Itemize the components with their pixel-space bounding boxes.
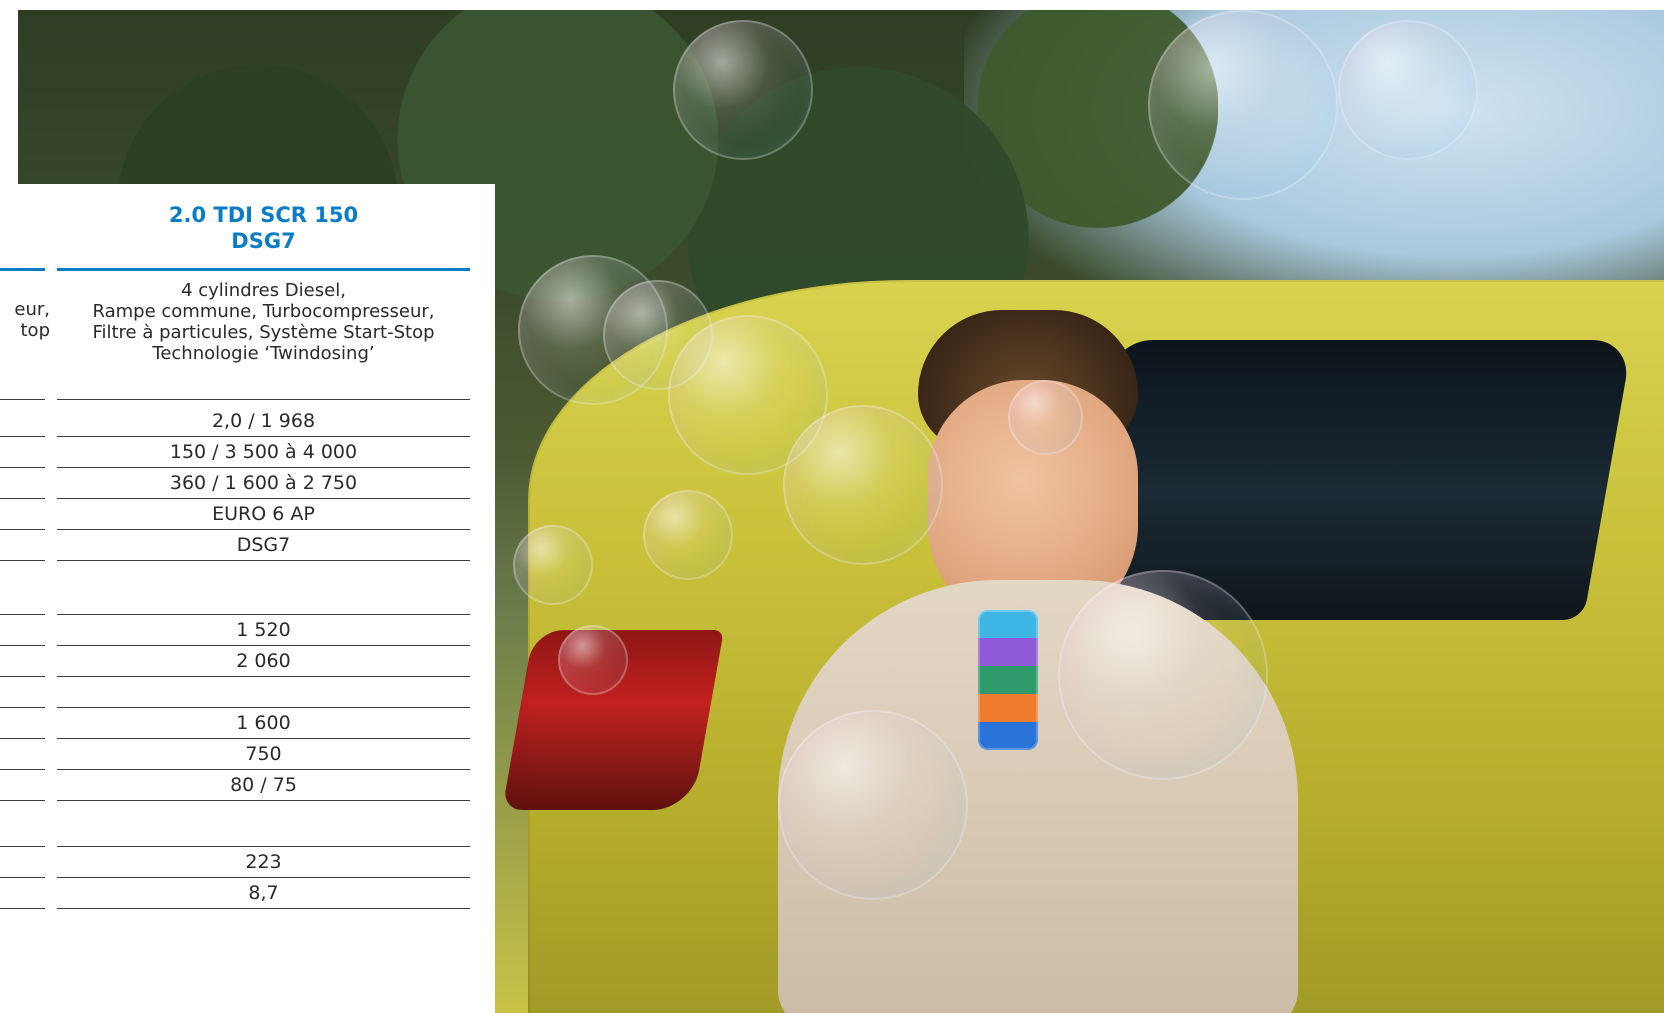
spec-value: 1 600 — [236, 712, 291, 734]
spec-row: DSG7 — [57, 530, 470, 561]
left-engine-desc-fragment: eur, top — [14, 299, 50, 341]
spec-value: 223 — [245, 851, 282, 873]
engine-description: 4 cylindres Diesel, Rampe commune, Turbo… — [92, 280, 435, 364]
left-spec-column: eur, top — [0, 184, 50, 1013]
spec-value: EURO 6 AP — [212, 503, 315, 525]
spec-row: 1 600 — [57, 708, 470, 739]
header-rule — [57, 268, 470, 271]
spec-value: 750 — [245, 743, 282, 765]
spec-row — [57, 584, 470, 615]
bubble-bottle — [978, 610, 1038, 750]
column-header: 2.0 TDI SCR 150 DSG7 — [168, 203, 359, 253]
bubble — [783, 405, 943, 565]
left-row-line — [0, 499, 45, 530]
spec-row: 223 — [57, 847, 470, 878]
left-row-line — [0, 406, 45, 437]
left-row-line — [0, 646, 45, 677]
spec-table-panel: eur, top 2.0 TDI SCR 150 DSG7 4 cylindre… — [0, 184, 495, 1013]
spec-row: 8,7 — [57, 878, 470, 909]
spec-row: 750 — [57, 739, 470, 770]
bubble — [1058, 570, 1268, 780]
bubble — [673, 20, 813, 160]
spec-value: 80 / 75 — [230, 774, 297, 796]
left-row-line — [0, 530, 45, 561]
spec-value: 2 060 — [236, 650, 291, 672]
left-row-line — [0, 770, 45, 801]
left-row-line — [0, 816, 45, 847]
spec-value: DSG7 — [236, 534, 291, 556]
spec-value: 150 / 3 500 à 4 000 — [169, 441, 358, 463]
bubble — [643, 490, 733, 580]
left-row-line — [0, 739, 45, 770]
spec-row: 1 520 — [57, 615, 470, 646]
spec-row: 80 / 75 — [57, 770, 470, 801]
spec-value: 8,7 — [248, 882, 279, 904]
bubble — [1338, 20, 1478, 160]
left-row-line — [0, 615, 45, 646]
spec-value: 360 / 1 600 à 2 750 — [169, 472, 358, 494]
left-row-line — [0, 584, 45, 615]
spec-row — [57, 369, 470, 400]
bubble — [558, 625, 628, 695]
left-row-line — [0, 708, 45, 739]
spec-column: 2.0 TDI SCR 150 DSG7 4 cylindres Diesel,… — [57, 184, 470, 1013]
spec-row — [57, 677, 470, 708]
spec-row: EURO 6 AP — [57, 499, 470, 530]
left-row-line — [0, 847, 45, 878]
spec-value: 2,0 / 1 968 — [211, 410, 316, 432]
bubble — [1008, 380, 1083, 455]
spec-row: 150 / 3 500 à 4 000 — [57, 437, 470, 468]
bubble — [1148, 10, 1338, 200]
bubble — [778, 710, 968, 900]
left-row-line — [0, 468, 45, 499]
left-row-line — [0, 677, 45, 708]
spec-row — [57, 816, 470, 847]
left-row-line — [0, 437, 45, 468]
spec-value: 1 520 — [236, 619, 291, 641]
left-row-line — [0, 878, 45, 909]
spec-row: 2 060 — [57, 646, 470, 677]
left-header-rule — [0, 268, 45, 271]
spec-row: 360 / 1 600 à 2 750 — [57, 468, 470, 499]
bubble — [513, 525, 593, 605]
spec-row: 2,0 / 1 968 — [57, 406, 470, 437]
left-row-line — [0, 369, 45, 400]
